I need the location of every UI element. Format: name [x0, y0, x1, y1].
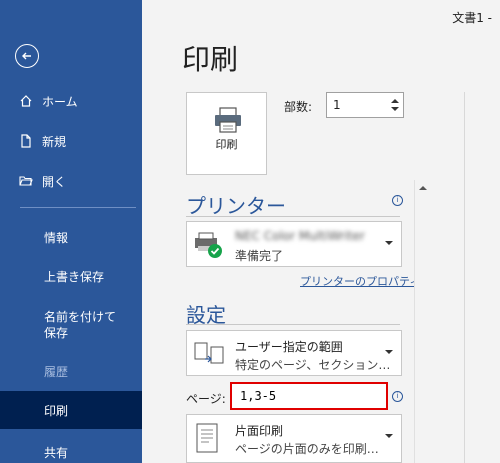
- print-sides-desc: ページの片面のみを印刷…: [235, 442, 379, 456]
- sidebar-item-label: 共有: [44, 445, 69, 460]
- sidebar-item-label: 開く: [42, 174, 67, 189]
- printer-dropdown[interactable]: NEC Color MultiWriter 準備完了: [186, 221, 402, 267]
- print-range-title: ユーザー指定の範囲: [235, 340, 343, 354]
- sidebar-divider: [20, 207, 136, 208]
- print-range-dropdown[interactable]: ユーザー指定の範囲 特定のページ、セクション…: [186, 330, 402, 376]
- sidebar-item-label: 上書き保存: [44, 269, 105, 284]
- sidebar-item-label: 印刷: [44, 403, 69, 418]
- printer-status: 準備完了: [235, 249, 284, 263]
- page-title: 印刷: [182, 43, 239, 76]
- print-range-desc: 特定のページ、セクション…: [235, 358, 391, 372]
- pages-label: ページ:: [186, 392, 226, 406]
- print-panel: 文書1 - 印刷 印刷 部数: 1 プリンター i NEC Color Mult…: [142, 0, 500, 463]
- sidebar-item-new[interactable]: 新規: [0, 130, 142, 152]
- document-title: 文書1 -: [452, 11, 492, 25]
- chevron-down-icon: [385, 241, 393, 245]
- sidebar-item-home[interactable]: ホーム: [0, 90, 142, 112]
- printer-ready-icon: [195, 232, 222, 258]
- copies-label: 部数:: [284, 100, 313, 114]
- pages-input-highlight[interactable]: [230, 382, 388, 410]
- sidebar-item-save-as[interactable]: 名前を付けて保存: [0, 305, 142, 347]
- sidebar-item-open[interactable]: 開く: [0, 170, 142, 192]
- print-sides-title: 片面印刷: [235, 424, 284, 438]
- printer-icon: [215, 107, 241, 133]
- copies-stepper[interactable]: 1: [326, 92, 404, 118]
- scroll-up-icon[interactable]: [419, 186, 427, 190]
- info-icon[interactable]: i: [392, 195, 403, 206]
- chevron-down-icon: [385, 434, 393, 438]
- sidebar-item-label: 情報: [44, 230, 69, 245]
- back-button[interactable]: [15, 44, 39, 68]
- chevron-down-icon: [385, 350, 393, 354]
- printer-heading-rule: [186, 216, 400, 217]
- info-icon[interactable]: i: [392, 391, 403, 402]
- back-arrow-icon: [22, 52, 31, 60]
- pages-input[interactable]: [240, 389, 380, 403]
- printer-name: NEC Color MultiWriter: [235, 229, 365, 243]
- single-sided-icon: [196, 423, 218, 453]
- sidebar-item-save[interactable]: 上書き保存: [0, 265, 142, 287]
- sidebar-item-label: 履歴: [44, 364, 69, 379]
- new-document-icon: [18, 133, 34, 149]
- settings-heading-rule: [186, 324, 400, 325]
- sidebar-item-history[interactable]: 履歴: [0, 360, 142, 382]
- sidebar-item-label: 名前を付けて保存: [44, 310, 117, 340]
- sidebar-item-share[interactable]: 共有: [0, 442, 142, 462]
- printer-heading: プリンター: [186, 194, 286, 218]
- home-icon: [18, 93, 34, 109]
- print-sides-dropdown[interactable]: 片面印刷 ページの片面のみを印刷…: [186, 414, 402, 463]
- preview-divider: [464, 92, 465, 463]
- backstage-sidebar: ホーム 新規 開く 情報 上書き保存 名前を付けて保存 履歴 印刷 共有: [0, 0, 142, 463]
- sidebar-item-label: 新規: [42, 134, 67, 149]
- spin-arrows-icon[interactable]: [389, 95, 401, 115]
- open-folder-icon: [18, 173, 34, 189]
- copies-value: 1: [333, 98, 341, 112]
- print-button-label: 印刷: [215, 138, 238, 151]
- printer-properties-link[interactable]: プリンターのプロパティ: [300, 273, 420, 289]
- sidebar-item-label: ホーム: [42, 94, 78, 109]
- page-range-icon: [194, 342, 224, 364]
- sidebar-item-info[interactable]: 情報: [0, 226, 142, 248]
- sidebar-item-print[interactable]: 印刷: [0, 391, 142, 429]
- settings-scrollbar[interactable]: [414, 180, 429, 463]
- print-button[interactable]: 印刷: [186, 92, 267, 175]
